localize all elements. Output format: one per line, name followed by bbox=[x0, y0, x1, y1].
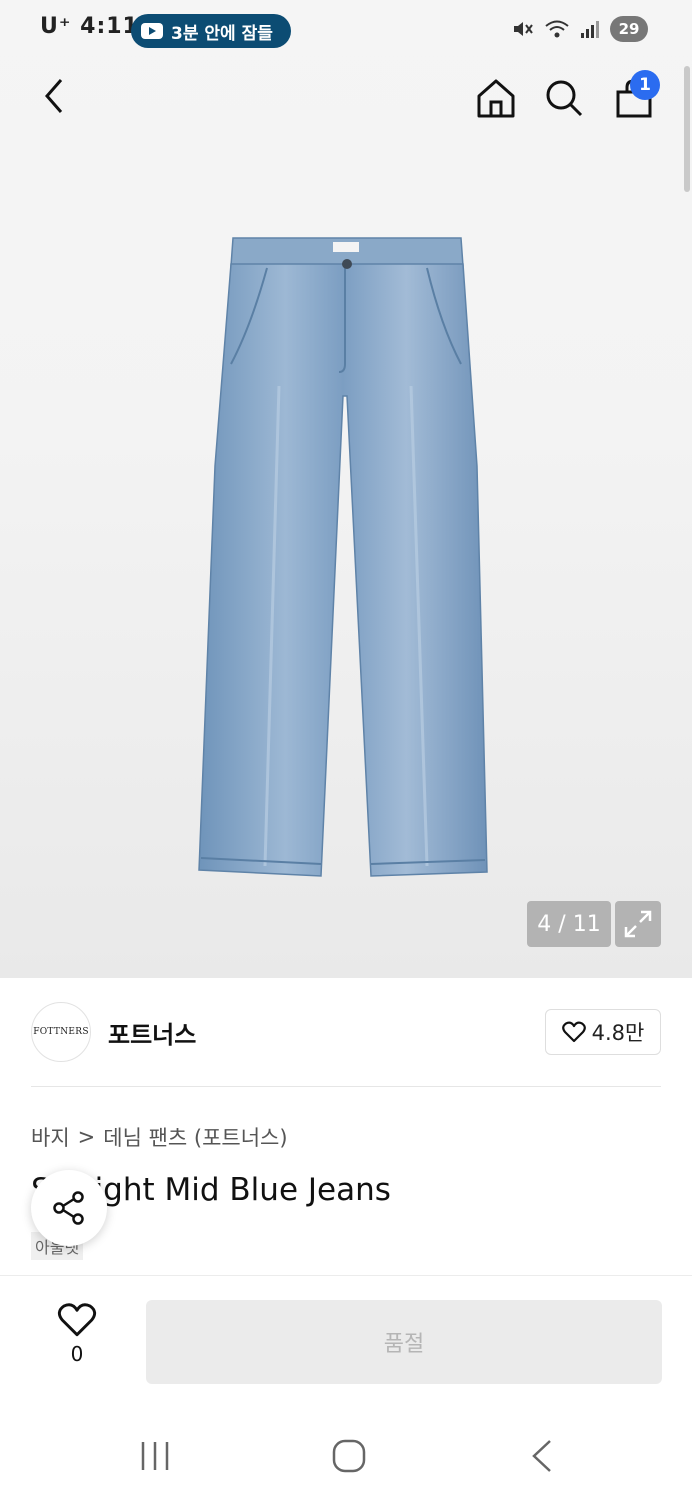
share-icon bbox=[53, 1191, 84, 1225]
recent-apps-icon[interactable] bbox=[140, 1440, 170, 1472]
cart-count-badge: 1 bbox=[630, 70, 660, 100]
brand-like-button[interactable]: 4.8만 bbox=[545, 1009, 661, 1055]
scrollbar[interactable] bbox=[684, 66, 690, 192]
home-nav-icon[interactable] bbox=[332, 1439, 366, 1473]
image-counter: 4 / 11 bbox=[527, 901, 611, 947]
expand-image-button[interactable] bbox=[615, 901, 661, 947]
youtube-icon bbox=[141, 23, 163, 39]
share-button[interactable] bbox=[31, 1170, 107, 1246]
home-button[interactable] bbox=[474, 76, 518, 120]
status-carrier-time: U⁺ 4:11 bbox=[40, 14, 139, 39]
chevron-left-icon bbox=[45, 79, 63, 113]
back-button[interactable] bbox=[34, 76, 74, 116]
product-image-area[interactable] bbox=[0, 0, 692, 978]
brand-name[interactable]: 포트너스 bbox=[108, 1015, 196, 1050]
search-icon bbox=[546, 80, 583, 117]
home-icon bbox=[477, 79, 515, 118]
wishlist-count: 0 bbox=[70, 1342, 84, 1366]
breadcrumb: 바지 > 데님 팬츠 (포트너스) bbox=[31, 1122, 288, 1152]
jeans-product-image[interactable] bbox=[195, 236, 495, 884]
breadcrumb-category[interactable]: 바지 bbox=[31, 1122, 70, 1152]
sold-out-button[interactable]: 품절 bbox=[146, 1300, 662, 1384]
brand-logo[interactable]: FOTTNERS bbox=[31, 1002, 91, 1062]
back-nav-icon[interactable] bbox=[530, 1439, 554, 1473]
brand-like-count: 4.8만 bbox=[591, 1021, 645, 1045]
heart-icon bbox=[57, 1303, 97, 1337]
breadcrumb-subcategory[interactable]: 데님 팬츠 (포트너스) bbox=[103, 1122, 287, 1152]
mute-icon bbox=[514, 22, 533, 36]
wifi-icon bbox=[545, 20, 569, 38]
breadcrumb-separator: > bbox=[77, 1125, 96, 1149]
expand-icon bbox=[624, 910, 652, 938]
status-icons: 29 bbox=[512, 16, 648, 42]
notification-text: 3분 안에 잠들 bbox=[171, 23, 273, 44]
divider bbox=[0, 1275, 692, 1276]
battery-indicator: 29 bbox=[610, 16, 648, 42]
system-nav-bar bbox=[0, 1410, 692, 1500]
youtube-notification-pill[interactable]: 3분 안에 잠들 bbox=[131, 14, 291, 48]
search-button[interactable] bbox=[542, 76, 586, 120]
divider bbox=[31, 1086, 661, 1087]
signal-icon bbox=[581, 21, 599, 38]
heart-icon bbox=[561, 1021, 586, 1043]
wishlist-button[interactable]: 0 bbox=[52, 1302, 102, 1372]
